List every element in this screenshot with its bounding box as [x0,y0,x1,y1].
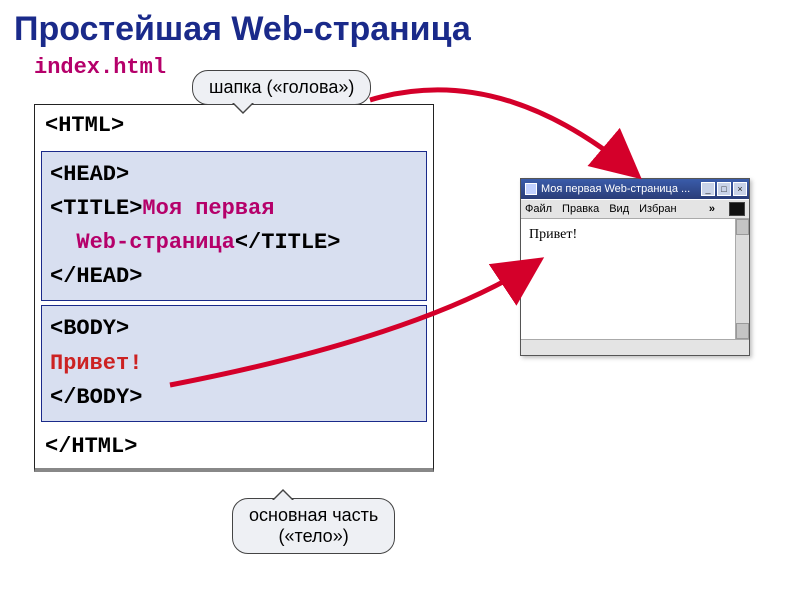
menu-more-icon[interactable]: » [709,203,715,215]
code-title-text2: Web-страница [76,230,234,255]
browser-statusbar [521,339,749,355]
menu-view[interactable]: Вид [609,203,629,215]
code-head-open: <HEAD> [50,162,129,187]
filename-label: index.html [0,55,800,80]
browser-titlebar: Моя первая Web-страница ... _ □ × [521,179,749,199]
code-html-open: <HTML> [45,113,124,138]
code-head-close: </HEAD> [50,264,142,289]
minimize-button[interactable]: _ [701,182,715,196]
head-box: <HEAD> <TITLE>Моя первая Web-страница</T… [41,151,427,301]
callout-head: шапка («голова») [192,70,371,105]
maximize-button[interactable]: □ [717,182,731,196]
page-title: Простейшая Web-страница [0,0,800,55]
code-title-close: </TITLE> [235,230,341,255]
throbber-icon [729,202,745,216]
callout-body-line2: («тело») [249,526,378,547]
browser-app-icon [525,183,537,195]
browser-menubar: Файл Правка Вид Избран » [521,199,749,219]
code-title-open: <TITLE> [50,196,142,221]
menu-favorites[interactable]: Избран [639,203,676,215]
browser-title: Моя первая Web-страница ... [541,183,699,195]
code-body-text: Привет! [50,351,142,376]
close-button[interactable]: × [733,182,747,196]
menu-edit[interactable]: Правка [562,203,599,215]
code-title-text1: Моя первая [142,196,274,221]
browser-window: Моя первая Web-страница ... _ □ × Файл П… [520,178,750,356]
scrollbar[interactable] [735,219,749,339]
code-block: <HTML> <HEAD> <TITLE>Моя первая Web-стра… [34,104,434,472]
menu-file[interactable]: Файл [525,203,552,215]
body-box: <BODY> Привет! </BODY> [41,305,427,421]
browser-content: Привет! [521,219,749,339]
code-body-close: </BODY> [50,385,142,410]
code-html-close: </HTML> [45,434,137,459]
callout-body: основная часть («тело») [232,498,395,554]
code-body-open: <BODY> [50,316,129,341]
browser-content-text: Привет! [529,227,577,242]
callout-body-line1: основная часть [249,505,378,525]
